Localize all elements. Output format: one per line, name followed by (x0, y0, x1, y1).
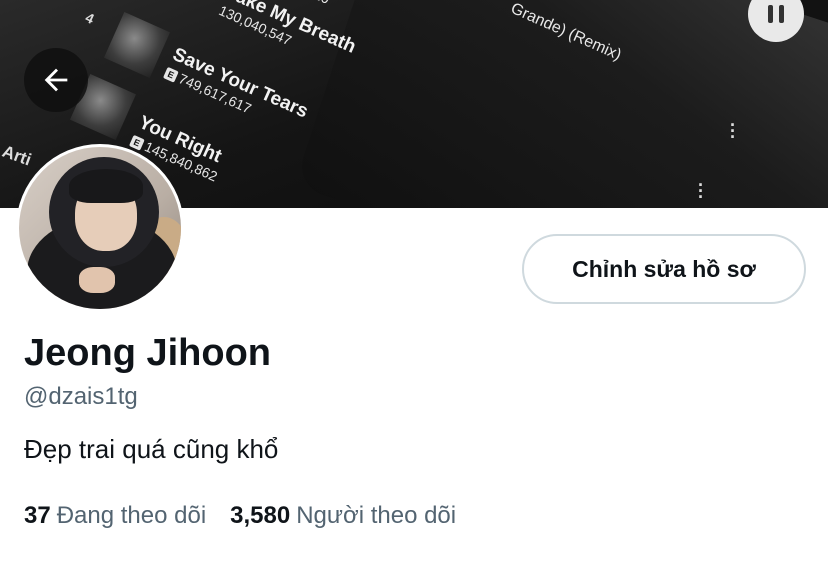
followers-label: Người theo dõi (296, 502, 457, 529)
following-link[interactable]: 37 Đang theo dõi (24, 502, 206, 530)
avatar[interactable] (19, 147, 181, 309)
username-handle: @dzais1tg (24, 383, 138, 410)
following-label: Đang theo dõi (56, 502, 207, 529)
display-name: Jeong Jihoon (24, 332, 271, 374)
more-vertical-icon: · · · (730, 115, 736, 147)
top-fragment: 20 (311, 0, 332, 7)
edit-profile-button[interactable]: Chỉnh sửa hồ sơ (522, 234, 806, 304)
track-thumbnail (103, 11, 171, 79)
following-count: 37 (24, 502, 51, 529)
followers-count: 3,580 (230, 502, 291, 529)
track-item: Save Your Tears E749,617,617 (162, 44, 311, 138)
more-vertical-icon: · · · (698, 175, 704, 207)
arrow-left-icon (44, 68, 68, 92)
follow-stats: 37 Đang theo dõi 3,580 Người theo dõi (24, 502, 456, 530)
explicit-badge: E (162, 66, 179, 83)
followers-link[interactable]: 3,580 Người theo dõi (230, 502, 456, 530)
track-item: Take My Breath 130,040,547 (217, 0, 359, 73)
back-button[interactable] (24, 48, 88, 112)
profile-bio: Đẹp trai quá cũng khổ (24, 434, 279, 464)
track-rank: 4 (83, 9, 97, 27)
